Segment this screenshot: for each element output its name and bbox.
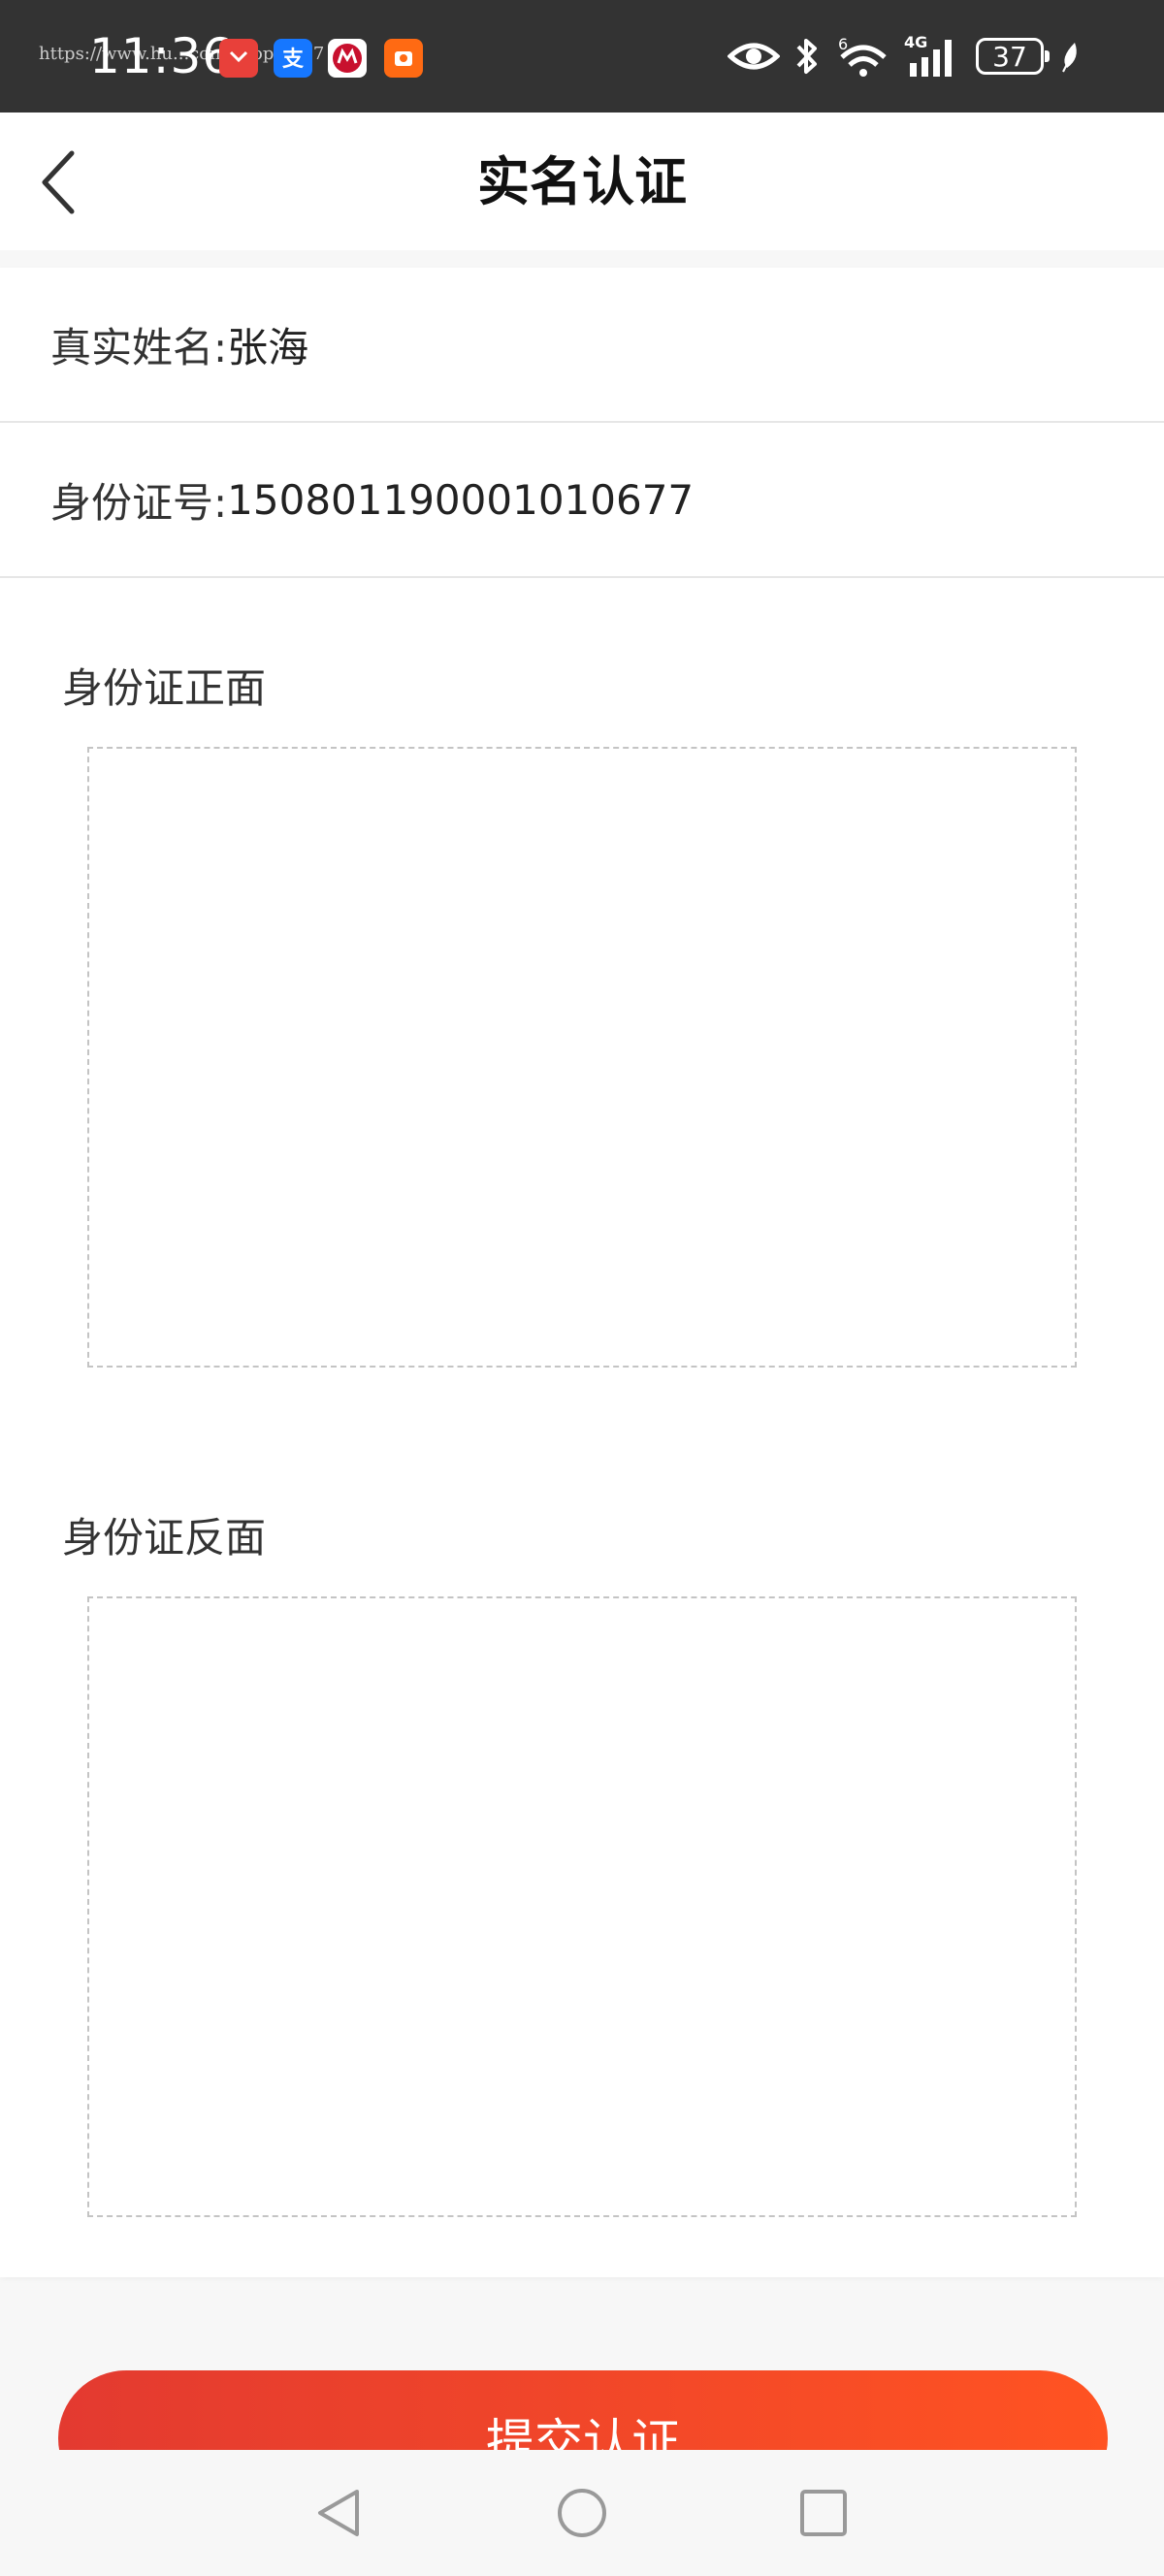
id-back-upload[interactable]: [87, 1596, 1077, 2217]
id-front-label: 身份证正面: [62, 664, 267, 712]
id-front-upload[interactable]: [87, 747, 1077, 1368]
battery-icon: 37: [976, 38, 1050, 75]
status-indicators: 6 4G 37: [728, 29, 1081, 83]
id-number-field[interactable]: 150801190001010677: [227, 476, 694, 524]
orange-app-icon: [384, 39, 423, 78]
bluetooth-icon: [796, 39, 817, 74]
nav-bar: 实名认证: [0, 113, 1164, 250]
system-home-button[interactable]: [548, 2479, 616, 2547]
page-title: 实名认证: [477, 151, 687, 212]
name-label: 真实姓名:: [50, 323, 228, 371]
id-number-row: 身份证号: 150801190001010677: [0, 423, 1164, 578]
svg-text:支: 支: [282, 48, 305, 72]
status-bar: 11:36 https://www.hu...com/shop/5707 支 6…: [0, 0, 1164, 113]
leaf-icon: [1062, 43, 1077, 73]
system-back-button[interactable]: [305, 2479, 372, 2547]
signal-icon: 4G: [904, 34, 962, 79]
verification-form: 真实姓名: 张海 身份证号: 150801190001010677 身份证正面 …: [0, 268, 1164, 2277]
wifi-icon: 6: [838, 35, 887, 77]
id-number-label: 身份证号:: [50, 478, 228, 527]
red-app-icon: [219, 39, 258, 78]
name-field[interactable]: 张海: [227, 315, 308, 374]
system-recent-button[interactable]: [790, 2479, 857, 2547]
recent-square-icon: [800, 2490, 847, 2536]
svg-text:6: 6: [838, 35, 848, 53]
home-circle-icon: [558, 2489, 606, 2537]
alipay-icon: 支: [274, 39, 312, 78]
name-row: 真实姓名: 张海: [0, 268, 1164, 423]
eye-icon: [728, 43, 780, 70]
id-back-label: 身份证反面: [62, 1514, 267, 1562]
back-triangle-icon: [318, 2490, 359, 2536]
cmb-bank-icon: [328, 39, 367, 78]
battery-level: 37: [992, 40, 1027, 73]
system-nav-bar: [0, 2450, 1164, 2576]
